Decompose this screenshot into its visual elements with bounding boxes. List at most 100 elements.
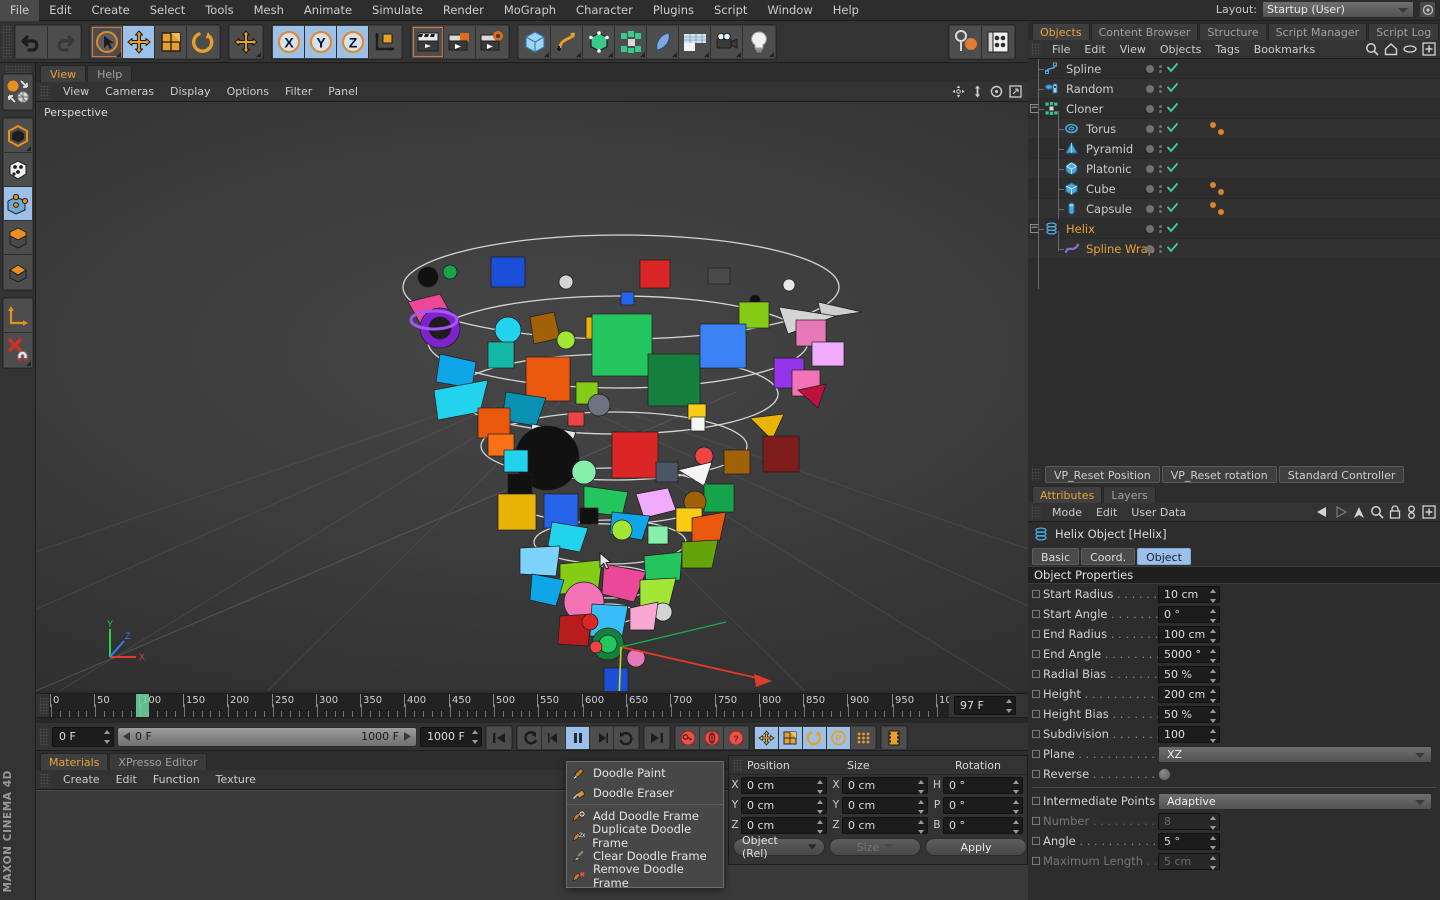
object-tree[interactable]: Spline Random − Cloner Torus Pyramid Platonic C… bbox=[1028, 59, 1440, 464]
objects-menu-view[interactable]: View bbox=[1113, 40, 1153, 59]
spinner-icon[interactable] bbox=[917, 779, 924, 794]
live-selection-globe-icon[interactable] bbox=[3, 75, 32, 109]
enabled-check-icon[interactable] bbox=[1167, 122, 1178, 136]
controller-tab-vp-reset-rotation[interactable]: VP_Reset rotation bbox=[1161, 465, 1277, 483]
lock-icon[interactable] bbox=[1389, 505, 1401, 522]
render-dots-icon[interactable] bbox=[1159, 85, 1162, 93]
enable-snap-icon[interactable] bbox=[3, 333, 32, 367]
materials-tab-xpresso-editor[interactable]: XPresso Editor bbox=[109, 753, 207, 770]
object-tree-row[interactable]: Random bbox=[1028, 79, 1440, 99]
step-back-frame-icon[interactable] bbox=[542, 726, 566, 749]
spinner-icon[interactable] bbox=[1209, 588, 1216, 603]
position-y-field[interactable]: 0 cm bbox=[741, 796, 827, 814]
search-icon[interactable] bbox=[1365, 42, 1379, 59]
spinner-icon[interactable] bbox=[1012, 779, 1019, 794]
plus-icon[interactable] bbox=[1422, 42, 1436, 59]
x-axis-icon[interactable]: X bbox=[273, 25, 305, 58]
viewport-menu-display[interactable]: Display bbox=[162, 82, 219, 102]
object-tree-row[interactable]: − Cloner bbox=[1028, 99, 1440, 119]
property-field[interactable]: 0 ° bbox=[1158, 605, 1220, 623]
key-position-icon[interactable] bbox=[755, 726, 779, 749]
menu-item-render[interactable]: Render bbox=[433, 0, 494, 21]
timeline-filmstrip-icon[interactable] bbox=[882, 726, 906, 749]
rotate-view-icon[interactable] bbox=[990, 85, 1003, 101]
polygon-mode-icon[interactable] bbox=[3, 255, 32, 289]
viewport-3d[interactable]: Perspective Y X Z bbox=[36, 102, 1028, 691]
object-visibility-dots[interactable] bbox=[1146, 99, 1178, 119]
y-axis-icon[interactable]: Y bbox=[305, 25, 337, 58]
playback-start-field[interactable]: 0 F bbox=[52, 726, 114, 747]
visibility-dot-icon[interactable] bbox=[1146, 65, 1154, 73]
texture-mode-icon[interactable] bbox=[3, 153, 32, 187]
object-tag-icon[interactable] bbox=[1210, 182, 1216, 188]
position-x-field[interactable]: 0 cm bbox=[741, 776, 827, 794]
visibility-dot-icon[interactable] bbox=[1146, 105, 1154, 113]
playback-end-field[interactable]: 1000 F bbox=[420, 726, 482, 747]
current-frame-field[interactable]: 97 F bbox=[954, 696, 1016, 715]
viewport-menu-grip[interactable] bbox=[40, 84, 50, 99]
mograph-icon[interactable] bbox=[615, 25, 647, 58]
property-field[interactable]: 8 bbox=[1158, 812, 1220, 830]
property-checkbox[interactable] bbox=[1032, 690, 1040, 698]
move-icon[interactable] bbox=[123, 25, 155, 58]
object-visibility-dots[interactable] bbox=[1146, 119, 1178, 139]
enabled-check-icon[interactable] bbox=[1167, 82, 1178, 96]
coord-mode-dropdown[interactable]: Object (Rel) bbox=[733, 834, 825, 860]
enabled-check-icon[interactable] bbox=[1167, 102, 1178, 116]
property-field[interactable]: 100 cm bbox=[1158, 625, 1220, 643]
menu-item-window[interactable]: Window bbox=[757, 0, 822, 21]
step-forward-frame-icon[interactable] bbox=[590, 726, 614, 749]
object-tree-row[interactable]: Pyramid bbox=[1028, 139, 1440, 159]
spinner-icon[interactable] bbox=[1209, 835, 1216, 850]
property-field[interactable]: 50 % bbox=[1158, 705, 1220, 723]
viewport-menu-view[interactable]: View bbox=[55, 82, 97, 102]
property-checkbox[interactable] bbox=[1032, 797, 1040, 805]
doodle-menu-item-doodle-eraser[interactable]: Doodle Eraser bbox=[567, 783, 723, 803]
attributes-menu-mode[interactable]: Mode bbox=[1045, 503, 1089, 522]
property-checkbox[interactable] bbox=[1032, 837, 1040, 845]
size-y-field[interactable]: 0 cm bbox=[842, 796, 928, 814]
property-checkbox[interactable] bbox=[1032, 750, 1040, 758]
size-x-field[interactable]: 0 cm bbox=[842, 776, 928, 794]
coord-size-dropdown[interactable]: Size bbox=[829, 838, 921, 856]
spinner-icon[interactable] bbox=[816, 819, 823, 834]
render-dots-icon[interactable] bbox=[1159, 245, 1162, 253]
light-icon[interactable] bbox=[743, 25, 775, 58]
go-to-end-icon[interactable] bbox=[645, 726, 669, 749]
objects-menu-bookmarks[interactable]: Bookmarks bbox=[1247, 40, 1322, 59]
up-arrow-icon[interactable] bbox=[1353, 506, 1365, 522]
spinner-icon[interactable] bbox=[1209, 855, 1216, 870]
move-axis-icon[interactable] bbox=[230, 25, 262, 58]
object-visibility-dots[interactable] bbox=[1146, 219, 1178, 239]
attr-subtab-coord-[interactable]: Coord. bbox=[1081, 547, 1136, 565]
spinner-icon[interactable] bbox=[917, 799, 924, 814]
object-tree-row[interactable]: Cube bbox=[1028, 179, 1440, 199]
attributes-tab-attributes[interactable]: Attributes bbox=[1032, 486, 1103, 503]
spinner-icon[interactable] bbox=[1005, 699, 1012, 713]
select-live-icon[interactable] bbox=[91, 25, 123, 58]
object-tag-icon[interactable] bbox=[1218, 129, 1224, 135]
menu-item-mograph[interactable]: MoGraph bbox=[494, 0, 566, 21]
step-back-keyframe-icon[interactable] bbox=[518, 726, 542, 749]
object-tag-icon[interactable] bbox=[1210, 122, 1216, 128]
go-to-start-icon[interactable] bbox=[487, 726, 511, 749]
viewport-tab-help[interactable]: Help bbox=[87, 65, 133, 82]
coordinates-grip[interactable] bbox=[733, 758, 743, 772]
objects-tab-structure[interactable]: Structure bbox=[1199, 23, 1267, 40]
object-visibility-dots[interactable] bbox=[1146, 59, 1178, 79]
spinner-icon[interactable] bbox=[1209, 708, 1216, 723]
search-icon[interactable] bbox=[1370, 505, 1384, 522]
property-checkbox[interactable] bbox=[1032, 817, 1040, 825]
keyframe-selection-icon[interactable]: ? bbox=[724, 726, 748, 749]
loop-playback-icon[interactable] bbox=[614, 726, 638, 749]
viewport-tab-view[interactable]: View bbox=[40, 65, 87, 82]
object-tree-row[interactable]: Spline Wrap bbox=[1028, 239, 1440, 259]
doodle-menu-item-duplicate-doodle-frame[interactable]: 2x Duplicate Doodle Frame bbox=[567, 822, 723, 850]
property-checkbox[interactable] bbox=[1032, 670, 1040, 678]
spinner-icon[interactable] bbox=[1209, 815, 1216, 830]
controller-tab-standard-controller[interactable]: Standard Controller bbox=[1278, 465, 1405, 483]
spinner-icon[interactable] bbox=[917, 819, 924, 834]
menu-item-file[interactable]: File bbox=[0, 0, 40, 21]
property-checkbox[interactable] bbox=[1032, 610, 1040, 618]
enabled-check-icon[interactable] bbox=[1167, 162, 1178, 176]
